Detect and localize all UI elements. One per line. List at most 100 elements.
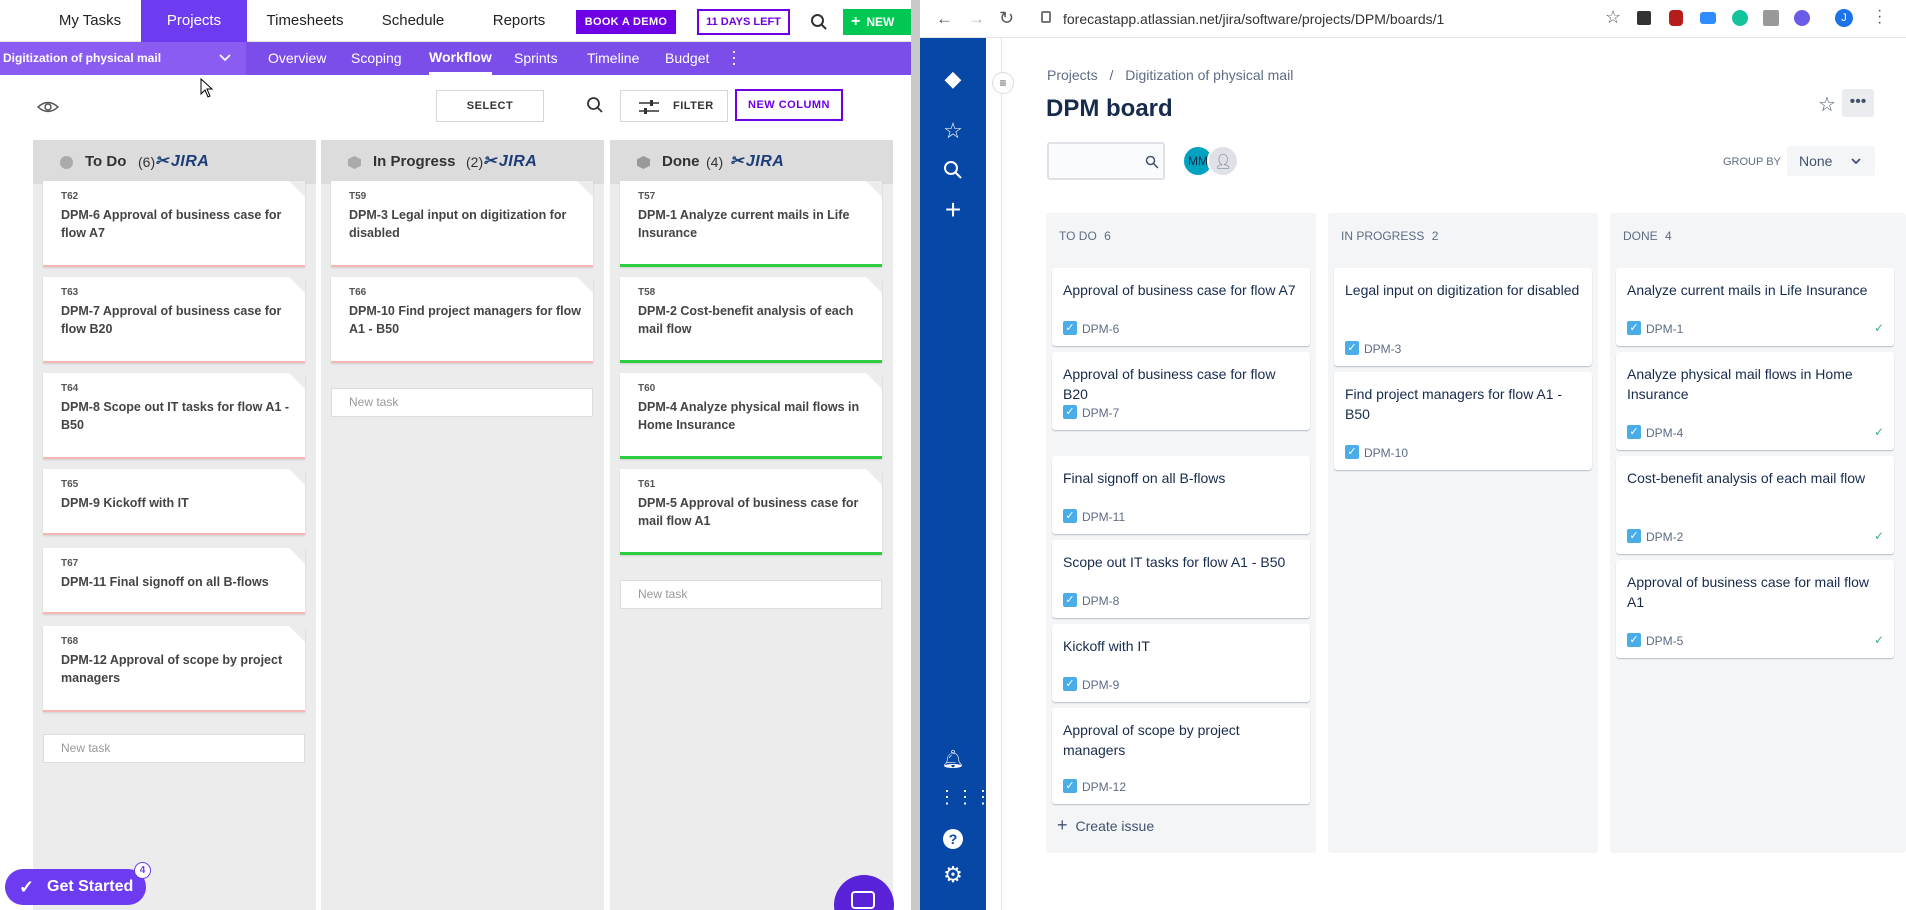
tab-sprints[interactable]: Sprints [514,42,558,75]
task-card[interactable]: T61 DPM-5 Approval of business case for m… [620,469,882,555]
nav-my-tasks[interactable]: My Tasks [40,0,140,42]
task-card[interactable]: T59 DPM-3 Legal input on digitization for… [331,181,593,267]
get-started-button[interactable]: ✓ Get Started [5,869,146,905]
top-navigation: My Tasks Projects Timesheets Schedule Re… [0,0,911,42]
task-type-icon: ✓ [1063,677,1077,691]
create-icon[interactable]: + [938,195,968,225]
nav-timesheets[interactable]: Timesheets [255,0,355,42]
card-corner-fold [289,373,305,389]
sidebar-resize-rail[interactable] [986,38,1002,910]
issue-card[interactable]: Scope out IT tasks for flow A1 - B50 ✓ DPM… [1052,540,1310,618]
more-options-icon[interactable]: · · · [730,42,738,72]
column-title: In Progress [373,153,456,170]
window-divider[interactable] [911,0,920,910]
add-people-icon[interactable]: 👤︎ [1207,145,1239,177]
column-header: Done (4) ✂ JIRA [610,140,893,184]
reload-icon[interactable]: ↻ [999,8,1014,29]
task-card[interactable]: T68 DPM-12 Approval of scope by project m… [43,626,305,712]
eye-icon[interactable] [36,98,60,116]
task-card[interactable]: T60 DPM-4 Analyze physical mail flows in … [620,373,882,459]
nav-reports[interactable]: Reports [478,0,560,42]
issue-card[interactable]: Cost-benefit analysis of each mail flow ✓… [1616,456,1894,554]
task-card[interactable]: T67 DPM-11 Final signoff on all B-flows [43,548,305,614]
select-button[interactable]: SELECT [436,90,544,122]
notifications-icon[interactable]: 🔔︎ [938,744,968,774]
project-selector[interactable]: Digitization of physical mail [0,42,246,75]
profile-extension-icon[interactable] [1794,10,1810,26]
issue-card[interactable]: Find project managers for flow A1 - B50 ✓… [1334,372,1592,470]
help-icon[interactable]: ? [938,822,968,852]
bookmark-star-icon[interactable]: ☆ [1605,7,1621,28]
issue-card[interactable]: Analyze current mails in Life Insurance ✓… [1616,268,1894,346]
group-by-select[interactable]: None [1787,146,1875,176]
new-task-input[interactable]: New task [620,580,882,609]
new-task-input[interactable]: New task [331,388,593,417]
task-card[interactable]: T66 DPM-10 Find project managers for flow… [331,277,593,363]
new-button[interactable]: + NEW [843,9,911,35]
tab-scoping[interactable]: Scoping [351,42,402,75]
get-started-badge: 4 [134,862,151,879]
breadcrumb-project[interactable]: Digitization of physical mail [1125,67,1293,83]
tab-budget[interactable]: Budget [665,42,709,75]
card-corner-fold [289,277,305,293]
tab-overview[interactable]: Overview [268,42,326,75]
lock-icon[interactable] [1041,11,1051,23]
column-title: TO DO [1059,229,1097,243]
issue-card[interactable]: Legal input on digitization for disabled… [1334,268,1592,366]
forward-arrow-icon[interactable]: → [968,9,985,29]
board-more-icon[interactable]: ••• [1842,89,1874,117]
board-search-input[interactable] [1047,142,1165,180]
grammarly-icon[interactable] [1732,10,1748,26]
tab-timeline[interactable]: Timeline [587,42,639,75]
issue-card[interactable]: Final signoff on all B-flows ✓ DPM-11 [1052,456,1310,534]
task-card[interactable]: T64 DPM-8 Scope out IT tasks for flow A1 … [43,373,305,459]
group-by-label: GROUP BY [1723,156,1781,168]
create-issue-button[interactable]: + Create issue [1057,815,1154,836]
puzzle-icon[interactable] [1763,10,1779,26]
tab-workflow[interactable]: Workflow [429,42,492,75]
collapse-sidebar-icon[interactable]: ≡ [992,72,1014,94]
jira-logo-icon[interactable]: ◆ [938,64,968,94]
browser-menu-icon[interactable]: · · · [1877,3,1882,31]
task-title: DPM-1 Analyze current mails in Life Insu… [638,208,850,240]
days-left-button[interactable]: 11 DAYS LEFT [697,9,790,35]
back-arrow-icon[interactable]: ← [936,9,953,29]
search-icon[interactable] [938,155,968,185]
nav-projects[interactable]: Projects [141,0,247,42]
task-card[interactable]: T63 DPM-7 Approval of business case for f… [43,277,305,363]
task-type-icon: ✓ [1627,425,1641,439]
issue-card[interactable]: Kickoff with IT ✓ DPM-9 [1052,624,1310,702]
new-task-input[interactable]: New task [43,734,305,763]
task-id: T64 [61,383,79,394]
card-status-bar [620,456,882,459]
task-card[interactable]: T62 DPM-6 Approval of business case for f… [43,181,305,267]
search-icon[interactable] [810,13,828,31]
task-card[interactable]: T58 DPM-2 Cost-benefit analysis of each m… [620,277,882,363]
task-card[interactable]: T65 DPM-9 Kickoff with IT [43,469,305,535]
issue-card[interactable]: Approval of business case for flow A7 ✓ DP… [1052,268,1310,346]
new-column-button[interactable]: NEW COLUMN [735,89,843,121]
issue-card[interactable]: Approval of business case for flow B20 ✓ D… [1052,352,1310,430]
breadcrumb-projects[interactable]: Projects [1047,67,1098,83]
column-count: (6) [138,154,156,170]
star-board-icon[interactable]: ☆ [1818,92,1836,117]
task-card[interactable]: T57 DPM-1 Analyze current mails in Life I… [620,181,882,267]
starred-icon[interactable]: ☆ [938,116,968,146]
settings-gear-icon[interactable]: ⚙ [938,860,968,890]
video-extension-icon[interactable] [1700,12,1716,24]
book-demo-button[interactable]: BOOK A DEMO [576,10,676,34]
nav-schedule[interactable]: Schedule [368,0,458,42]
search-icon [1145,155,1159,169]
board-search-icon[interactable] [586,96,604,114]
issue-card[interactable]: Approval of business case for mail flow … [1616,560,1894,658]
issue-card[interactable]: Analyze physical mail flows in Home Insu… [1616,352,1894,450]
app-switcher-icon[interactable]: ⋮⋮⋮ [938,782,992,812]
address-bar[interactable]: forecastapp.atlassian.net/jira/software/… [1063,11,1444,27]
issue-card[interactable]: Approval of scope by project managers ✓ DP… [1052,708,1310,804]
extension-icon[interactable] [1637,11,1651,25]
shield-extension-icon[interactable] [1669,10,1683,26]
account-avatar-icon[interactable]: J [1835,9,1853,27]
chevron-down-icon [1851,158,1861,165]
filter-button[interactable]: FILTER [620,90,728,122]
card-corner-fold [866,469,882,485]
